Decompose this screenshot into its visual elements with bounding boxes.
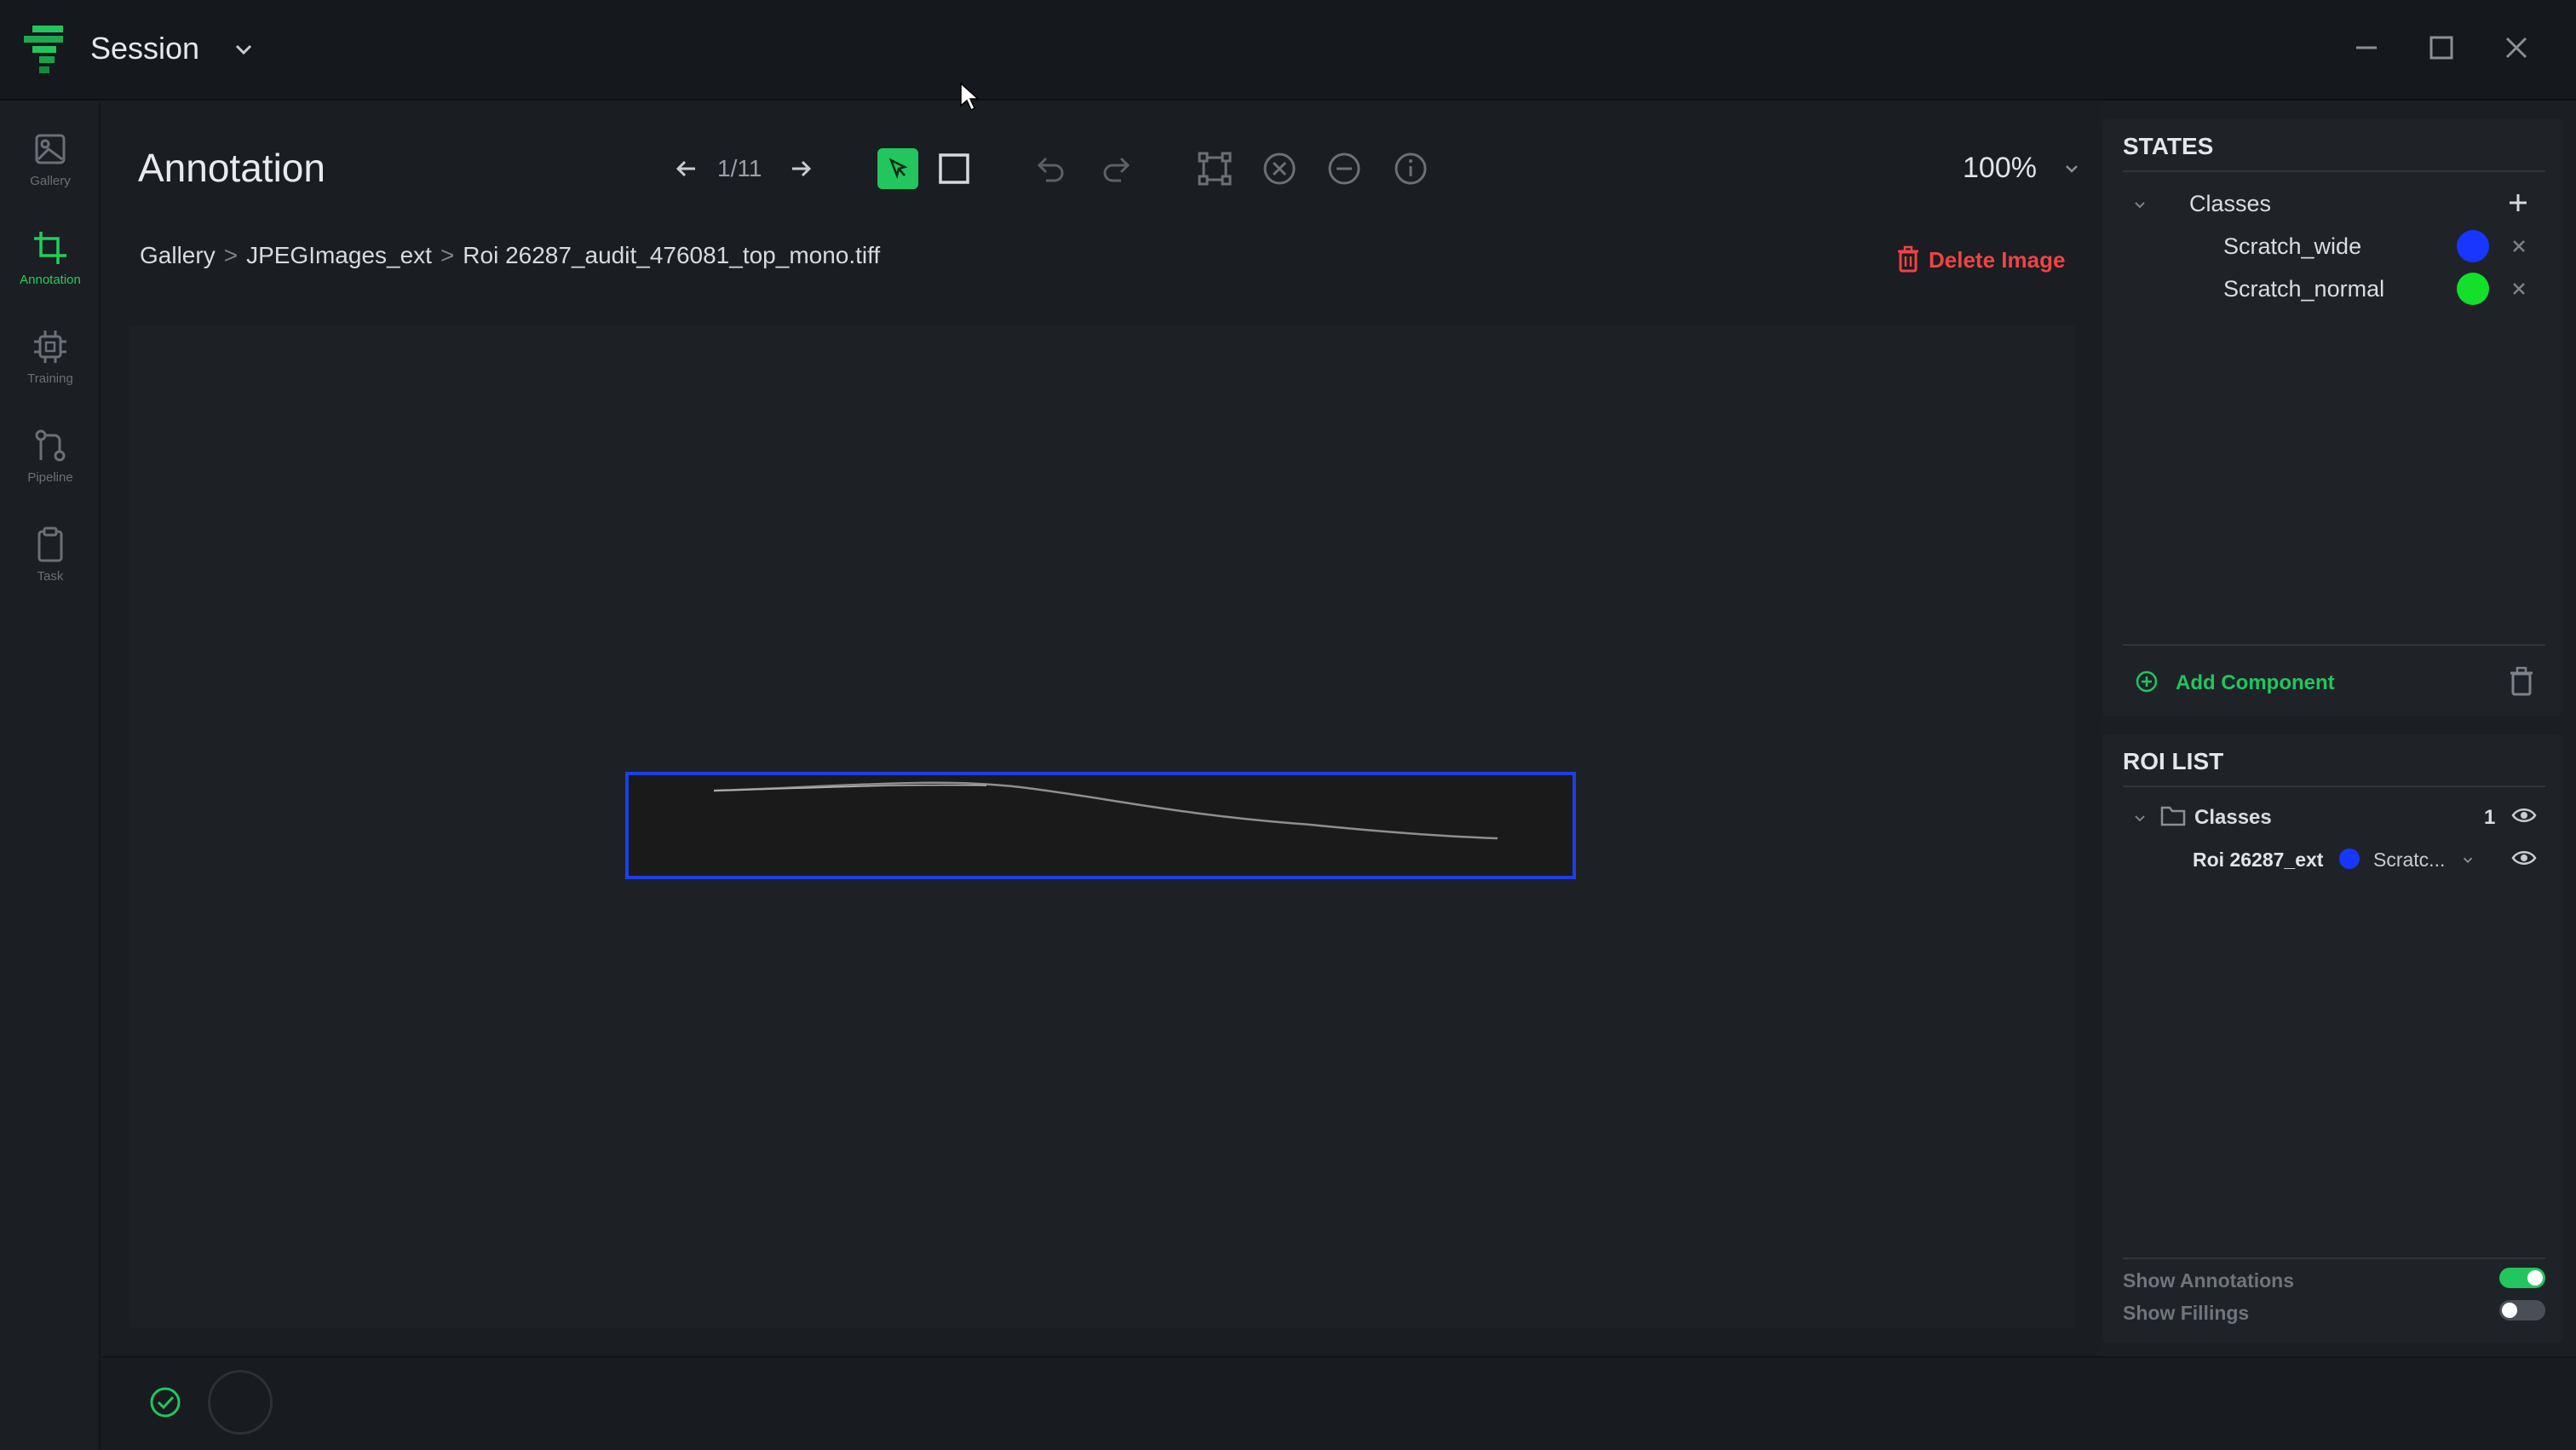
bounding-box-icon[interactable]	[1196, 150, 1233, 187]
left-nav: Gallery Annotation Training Pipeline Tas…	[0, 102, 101, 1450]
roi-group-count: 1	[2484, 806, 2496, 829]
roi-item-name[interactable]: Roi 26287_ext	[2193, 849, 2323, 872]
undo-icon[interactable]	[1031, 150, 1068, 187]
page-title: Annotation	[138, 146, 325, 190]
chip-icon	[34, 331, 66, 363]
divider	[2123, 785, 2545, 787]
breadcrumb-separator: >	[223, 242, 239, 268]
nav-label: Pipeline	[27, 470, 73, 485]
states-title: STATES	[2123, 133, 2214, 159]
nav-label: Task	[37, 569, 64, 584]
clear-circle-icon[interactable]	[1261, 150, 1298, 187]
show-annotations-label: Show Annotations	[2123, 1269, 2295, 1292]
select-tool-button[interactable]	[877, 148, 918, 189]
class-color-swatch[interactable]	[2457, 273, 2489, 305]
crop-icon	[34, 232, 66, 264]
eye-icon[interactable]	[2511, 849, 2537, 867]
nav-label: Annotation	[20, 273, 81, 287]
trash-icon[interactable]	[2508, 666, 2535, 697]
nav-label: Gallery	[30, 174, 71, 188]
show-fillings-toggle[interactable]	[2499, 1300, 2545, 1321]
add-component-label: Add Component	[2176, 671, 2335, 694]
page-counter: 1/11	[717, 155, 762, 181]
nav-item-annotation[interactable]: Annotation	[0, 220, 101, 305]
clipboard-icon	[37, 526, 63, 562]
delete-image-button[interactable]: Delete Image	[1896, 244, 2067, 278]
add-class-icon[interactable]	[2506, 191, 2530, 215]
nav-item-pipeline[interactable]: Pipeline	[0, 417, 101, 503]
roi-class-select[interactable]: Scratc...	[2373, 849, 2445, 872]
redo-icon[interactable]	[1099, 150, 1136, 187]
check-circle-icon	[150, 1387, 181, 1418]
eye-icon[interactable]	[2511, 806, 2537, 825]
breadcrumb-file: Roi 26287_audit_476081_top_mono.tiff	[463, 242, 881, 268]
pipeline-icon	[35, 429, 66, 462]
remove-circle-icon[interactable]	[1325, 150, 1363, 187]
divider	[2123, 644, 2545, 646]
chevron-down-icon[interactable]	[2061, 158, 2082, 179]
remove-class-icon[interactable]	[2510, 279, 2528, 298]
app-logo-icon	[24, 26, 63, 73]
class-item-label[interactable]: Scratch_normal	[2223, 276, 2384, 302]
chevron-down-icon[interactable]	[2131, 809, 2148, 826]
show-annotations-toggle[interactable]	[2499, 1268, 2545, 1288]
delete-image-label: Delete Image	[1929, 247, 2066, 273]
breadcrumb-separator: >	[440, 242, 455, 268]
nav-item-gallery[interactable]: Gallery	[0, 121, 101, 206]
breadcrumb-folder[interactable]: JPEGImages_ext	[246, 242, 432, 269]
mouse-cursor-icon	[960, 82, 980, 112]
chevron-down-icon[interactable]	[2460, 852, 2475, 867]
zoom-level[interactable]: 100%	[1963, 152, 2037, 185]
plus-circle-icon	[2136, 670, 2158, 693]
trash-icon	[1898, 245, 1918, 273]
roi-group-label: Classes	[2194, 806, 2272, 829]
chevron-down-icon[interactable]	[2131, 196, 2148, 213]
arrow-right-icon[interactable]	[782, 150, 819, 187]
nav-item-task[interactable]: Task	[0, 516, 101, 601]
divider	[2123, 170, 2545, 172]
roi-bounding-box[interactable]	[625, 772, 1576, 879]
class-color-swatch[interactable]	[2457, 230, 2489, 262]
folder-icon	[2160, 806, 2186, 826]
nav-label: Training	[27, 371, 73, 386]
image-icon	[35, 134, 66, 164]
chevron-down-icon[interactable]	[232, 37, 256, 61]
class-item-label[interactable]: Scratch_wide	[2223, 233, 2361, 260]
session-title[interactable]: Session	[90, 31, 199, 66]
add-component-button[interactable]: Add Component	[2135, 670, 2390, 697]
info-icon[interactable]	[1392, 150, 1429, 187]
breadcrumb: Gallery > JPEGImages_ext > Roi 26287_audit_4…	[140, 242, 880, 269]
toggle-knob	[2502, 1303, 2517, 1318]
show-fillings-label: Show Fillings	[2123, 1302, 2250, 1324]
nav-item-training[interactable]: Training	[0, 319, 101, 404]
roi-list-title: ROI LIST	[2123, 748, 2224, 774]
pointer-icon	[888, 158, 908, 180]
states-panel	[2102, 119, 2562, 716]
roi-class-color	[2339, 849, 2360, 869]
close-icon[interactable]	[2499, 31, 2533, 65]
divider	[2123, 1257, 2545, 1259]
arrow-left-icon[interactable]	[668, 150, 705, 187]
rectangle-tool-icon[interactable]	[935, 150, 973, 187]
maximize-icon[interactable]	[2424, 31, 2458, 65]
toggle-knob	[2527, 1270, 2543, 1286]
remove-class-icon[interactable]	[2510, 237, 2528, 256]
breadcrumb-gallery[interactable]: Gallery	[140, 242, 216, 269]
title-bar: Session	[0, 0, 2576, 101]
loading-spinner	[208, 1370, 273, 1435]
states-group-label: Classes	[2189, 191, 2272, 216]
scratch-image	[713, 781, 1498, 840]
status-bar	[102, 1356, 2576, 1450]
minimize-icon[interactable]	[2349, 31, 2383, 65]
